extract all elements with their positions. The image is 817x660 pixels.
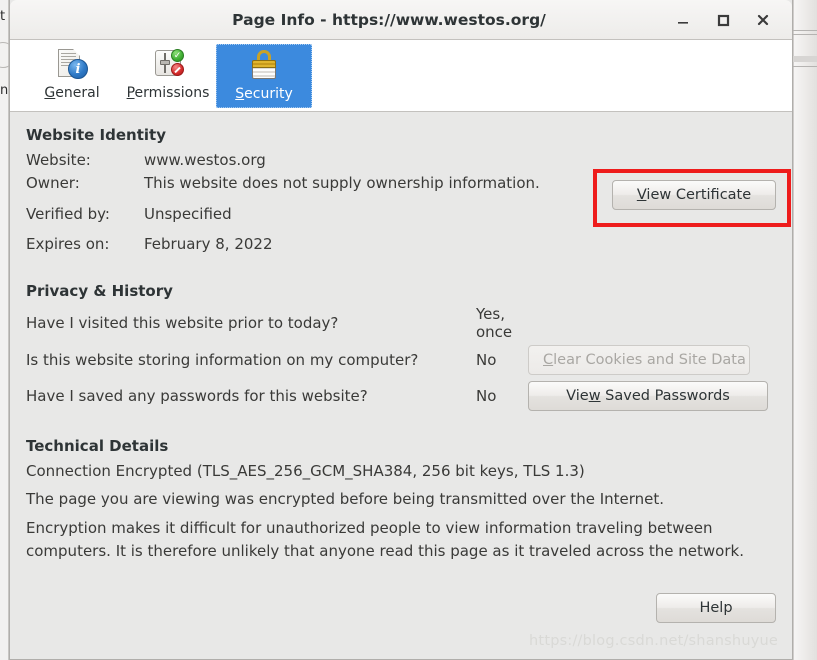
technical-explanation-paragraph: Encryption makes it difficult for unauth… [26,519,744,560]
privacy-row-cookies: Is this website storing information on m… [26,345,776,375]
privacy-row-passwords: Have I saved any passwords for this webs… [26,381,776,411]
page-info-dialog: Page Info - https://www.westos.org/ i Ge… [9,0,793,660]
tab-general-label: General [44,85,100,101]
privacy-answer-visited: Yes, once [476,305,513,341]
backdrop-left-strip: t n [0,0,16,660]
privacy-answer-cookies: No [476,351,497,369]
tab-general[interactable]: i General [24,44,120,108]
identity-value-website: www.westos.org [144,151,266,169]
backdrop-glyph-1: t [0,9,6,24]
tab-permissions[interactable]: ✓ Permissions [120,44,216,108]
website-identity-heading: Website Identity [26,126,166,144]
privacy-history-heading: Privacy & History [26,282,173,300]
technical-details-heading: Technical Details [26,437,169,455]
help-button[interactable]: Help [656,593,776,623]
security-panel: Website Identity Website: www.westos.org… [10,112,792,659]
identity-row-expires-on: Expires on: February 8, 2022 [26,233,776,256]
tab-security-label: Security [235,86,293,102]
privacy-question-passwords: Have I saved any passwords for this webs… [26,387,368,405]
backdrop-left-text: t n [0,9,9,99]
document-info-icon: i [55,48,89,82]
backdrop-right-chrome [793,0,817,660]
identity-label-owner: Owner: [26,174,80,193]
dialog-titlebar[interactable]: Page Info - https://www.westos.org/ [10,0,792,40]
check-badge-icon: ✓ [171,49,184,62]
privacy-answer-passwords: No [476,387,497,405]
backdrop-glyph-2: n [0,83,9,99]
identity-value-expires-on: February 8, 2022 [144,234,273,253]
tab-security[interactable]: Security [216,44,312,108]
privacy-row-visited: Have I visited this website prior to tod… [26,305,776,341]
identity-label-verified-by: Verified by: [26,204,110,223]
block-badge-icon [171,63,184,76]
permissions-icon: ✓ [151,48,185,82]
dialog-title: Page Info - https://www.westos.org/ [232,10,546,29]
minimize-icon[interactable] [672,9,694,31]
technical-connection-line: Connection Encrypted (TLS_AES_256_GCM_SH… [26,462,585,480]
view-certificate-button[interactable]: View Certificate [612,180,776,210]
view-saved-passwords-button[interactable]: View Saved Passwords [528,381,768,411]
technical-encrypted-line: The page you are viewing was encrypted b… [26,489,665,508]
maximize-icon[interactable] [712,9,734,31]
watermark-text: https://blog.csdn.net/shanshuyue [529,633,778,649]
close-icon[interactable] [752,9,774,31]
backdrop-rule-1 [793,30,817,31]
identity-label-website: Website: [26,151,91,169]
window-controls [672,9,792,31]
backdrop-rule-2 [793,34,817,35]
backdrop-rule-3 [793,66,817,67]
clear-cookies-and-site-data-button[interactable]: Clear Cookies and Site Data [528,345,750,375]
backdrop-band-1 [793,56,817,62]
privacy-question-visited: Have I visited this website prior to tod… [26,314,339,332]
padlock-icon [247,49,281,83]
tab-permissions-label: Permissions [126,85,210,101]
identity-label-expires-on: Expires on: [26,234,110,253]
privacy-question-cookies: Is this website storing information on m… [26,351,419,369]
identity-row-website: Website: www.westos.org [26,149,776,172]
dialog-tabstrip: i General ✓ Permissions Security [10,40,792,112]
